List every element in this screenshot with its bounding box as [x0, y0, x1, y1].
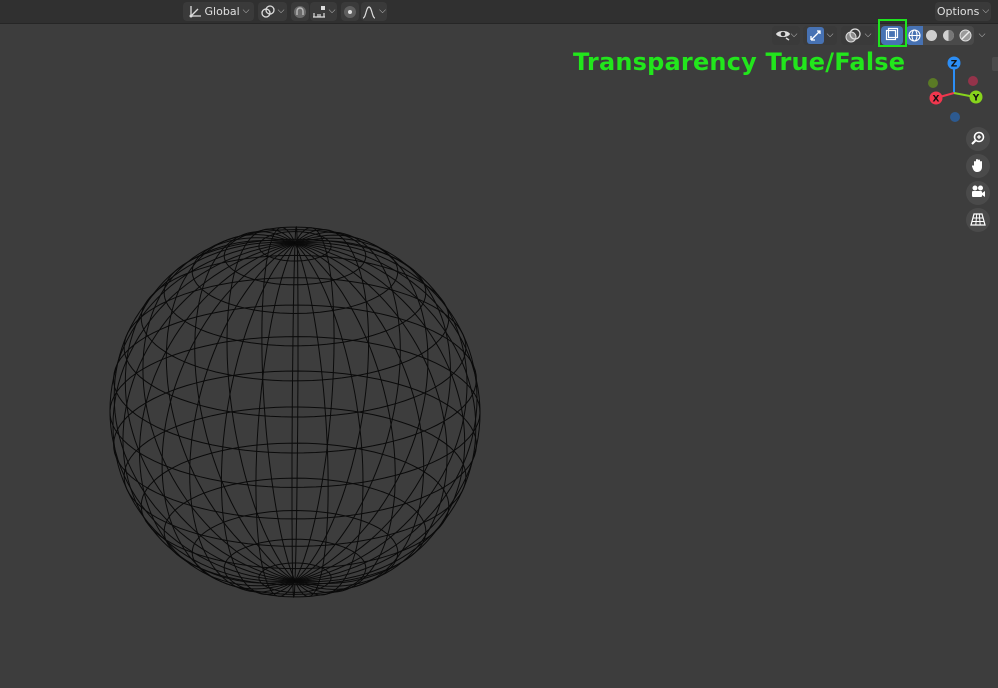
pivot-point-icon	[260, 4, 275, 19]
snap-target-dropdown[interactable]: ⌵	[310, 2, 337, 21]
longitude-meridian	[294, 242, 477, 583]
longitude-meridian	[109, 242, 296, 582]
longitude-meridian	[113, 241, 296, 582]
chevron-down-icon: ⌵	[277, 6, 285, 16]
pivot-point-dropdown[interactable]: ⌵	[258, 2, 287, 21]
chevron-down-icon: ⌵	[328, 6, 336, 16]
longitude-meridian	[124, 240, 296, 582]
sphere-wireframe	[109, 225, 481, 599]
snap-toggle[interactable]	[291, 2, 309, 21]
options-label: Options	[936, 5, 980, 18]
chevron-down-icon: ⌵	[242, 6, 250, 16]
chevron-down-icon: ⌵	[982, 6, 990, 16]
snap-target-icon	[312, 5, 326, 19]
longitude-meridian	[294, 225, 299, 581]
falloff-icon	[362, 5, 376, 19]
longitude-meridian	[294, 242, 478, 582]
chevron-down-icon: ⌵	[379, 6, 386, 16]
longitude-meridian	[294, 227, 335, 582]
falloff-dropdown[interactable]: ⌵	[361, 2, 387, 21]
longitude-meridian	[112, 242, 296, 582]
snap-icon	[293, 5, 307, 19]
proportional-edit-icon	[343, 5, 357, 19]
transform-orientation-icon	[188, 5, 202, 19]
transform-orientation-label: Global	[204, 5, 240, 18]
options-dropdown[interactable]: Options ⌵	[935, 2, 991, 21]
latitude-ring	[113, 304, 477, 454]
longitude-meridian	[291, 243, 296, 599]
transform-orientation-dropdown[interactable]: Global ⌵	[183, 2, 254, 21]
longitude-meridian	[255, 242, 296, 597]
longitude-meridian	[294, 242, 481, 582]
proportional-edit-toggle[interactable]	[341, 2, 359, 21]
latitude-ring	[113, 370, 477, 520]
viewport-header: Global ⌵ ⌵ ⌵ ⌵ Options ⌵	[0, 0, 998, 24]
sphere-wire-lines	[109, 225, 481, 599]
longitude-meridian	[261, 226, 296, 582]
longitude-meridian	[294, 242, 466, 584]
longitude-meridian	[294, 242, 329, 598]
